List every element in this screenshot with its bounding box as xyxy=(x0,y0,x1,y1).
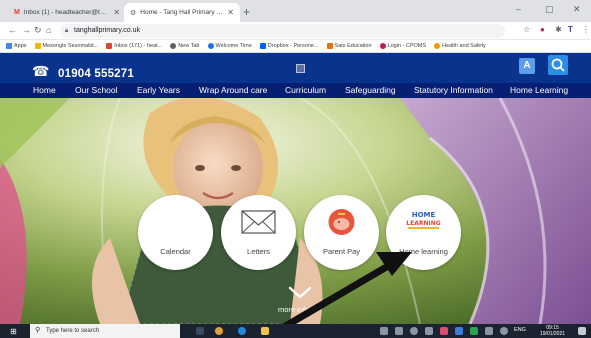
edge-taskbar-icon[interactable] xyxy=(238,327,246,335)
windows-taskbar: ⊞ ⚲ Type here to search ENG 09:15 19/01/… xyxy=(0,324,591,338)
system-clock[interactable]: 09:15 19/01/2021 xyxy=(540,325,565,337)
tray-app-icon[interactable] xyxy=(440,327,448,335)
annotation-arrow xyxy=(261,252,412,338)
tray-app-icon[interactable] xyxy=(425,327,433,335)
taskbar-search-field[interactable]: ⚲ Type here to search xyxy=(30,324,180,338)
taskbar-search-placeholder: Type here to search xyxy=(46,328,100,334)
windows-start-icon[interactable]: ⊞ xyxy=(10,327,17,336)
clock-date: 19/01/2021 xyxy=(540,331,566,337)
language-indicator[interactable]: ENG xyxy=(514,327,526,333)
chrome-taskbar-icon[interactable] xyxy=(215,327,223,335)
tray-app-icon[interactable] xyxy=(410,327,418,335)
tray-app-icon[interactable] xyxy=(380,327,388,335)
tray-app-icon[interactable] xyxy=(470,327,478,335)
network-icon[interactable] xyxy=(500,327,508,335)
search-icon: ⚲ xyxy=(35,327,41,334)
tray-app-icon[interactable] xyxy=(395,327,403,335)
file-explorer-icon[interactable] xyxy=(261,327,269,335)
task-view-icon[interactable] xyxy=(196,327,204,335)
tray-app-icon[interactable] xyxy=(455,327,463,335)
tray-app-icon[interactable] xyxy=(485,327,493,335)
notifications-icon[interactable] xyxy=(578,327,586,335)
